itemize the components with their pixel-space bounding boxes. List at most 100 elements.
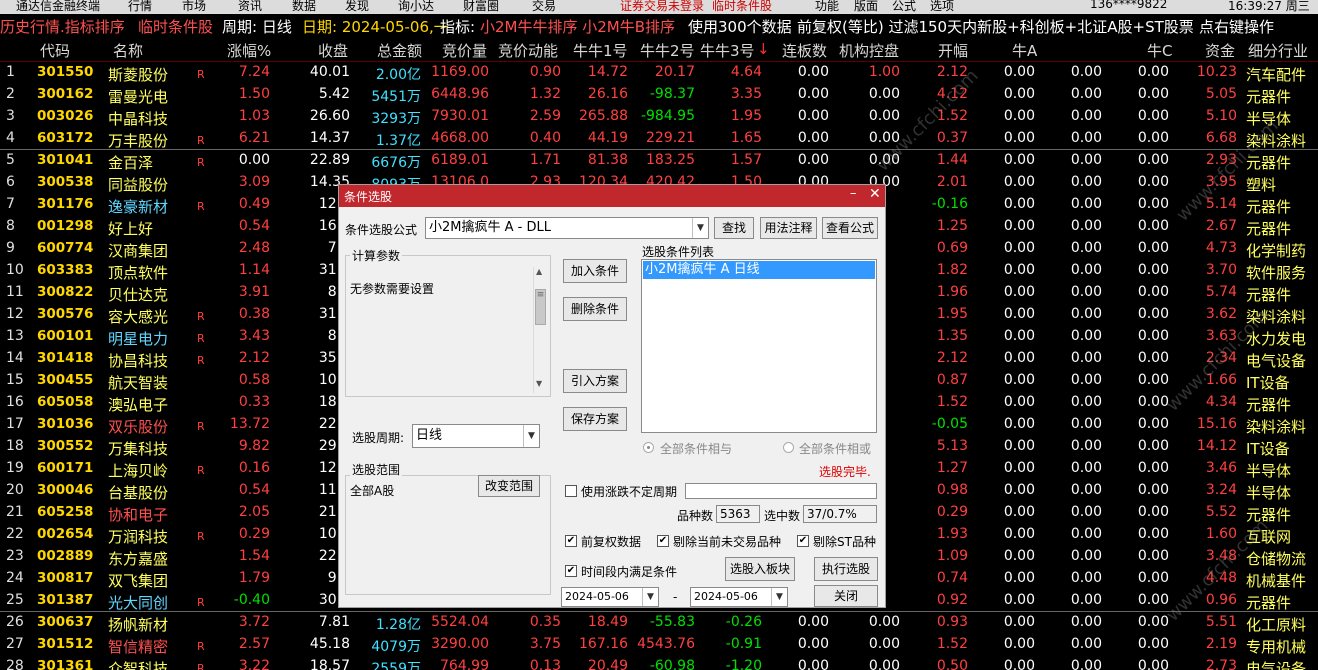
cell-fund: 5.14 bbox=[1205, 196, 1237, 212]
col-lianban[interactable]: 连板数 bbox=[782, 40, 827, 61]
table-row[interactable]: 27 301512 智信精密 R 2.57 45.18 4079万 3290.00 3.75 16… bbox=[0, 634, 1318, 656]
params-scrollbar[interactable]: ▲ ≡ ▼ bbox=[533, 267, 547, 393]
right-click-hint: 点右键操作 bbox=[1199, 18, 1275, 36]
cell-n1: 20.49 bbox=[587, 658, 628, 670]
cell-close: 22.89 bbox=[309, 152, 350, 168]
col-amount[interactable]: 总金额 bbox=[377, 40, 422, 61]
cell-nb: 0.00 bbox=[1070, 306, 1102, 322]
table-row[interactable]: 1 301550 斯菱股份 R 7.24 40.01 2.00亿 1169.00 0.90 14.… bbox=[0, 62, 1318, 84]
excl-untraded-checkbox[interactable]: ✔ bbox=[657, 535, 669, 547]
stock-name: 扬帆新材 bbox=[108, 616, 169, 634]
cell-n3: 1.65 bbox=[730, 130, 762, 146]
industry: 元器件 bbox=[1246, 286, 1292, 304]
cell-nb: 0.00 bbox=[1070, 174, 1102, 190]
cell-bidv: 764.99 bbox=[440, 658, 489, 670]
col-jigou[interactable]: 机构控盘 bbox=[839, 40, 899, 61]
find-button[interactable]: 查找 bbox=[714, 217, 754, 239]
chevron-down-icon[interactable]: ▼ bbox=[692, 218, 708, 238]
menu-quote[interactable]: 行情 bbox=[128, 0, 152, 14]
range-condition-checkbox[interactable]: ✔ bbox=[565, 565, 577, 577]
table-row[interactable]: 2 300162 雷曼光电 1.50 5.42 5451万 6448.96 1.32 26.16… bbox=[0, 84, 1318, 106]
formula-label: 条件选股公式 bbox=[345, 223, 418, 237]
period-select[interactable]: 日线 ▼ bbox=[412, 424, 540, 448]
table-row[interactable]: 5 301041 金百泽 R 0.00 22.89 6676万 6189.01 1.71 81.3… bbox=[0, 150, 1318, 172]
menu-news[interactable]: 资讯 bbox=[238, 0, 262, 14]
import-plan-button[interactable]: 引入方案 bbox=[563, 369, 627, 393]
col-nn3[interactable]: 牛牛3号 bbox=[700, 40, 755, 61]
col-industry[interactable]: 细分行业 bbox=[1248, 40, 1308, 61]
cell-n2: 229.21 bbox=[646, 130, 695, 146]
stock-code: 600774 bbox=[37, 240, 94, 256]
rzrq-badge: R bbox=[197, 134, 205, 147]
col-fund[interactable]: 资金 bbox=[1205, 40, 1235, 61]
cell-chg: 2.05 bbox=[238, 504, 270, 520]
industry: 化工原料 bbox=[1246, 616, 1307, 634]
save-plan-button[interactable]: 保存方案 bbox=[563, 407, 627, 431]
add-to-block-button[interactable]: 选股入板块 bbox=[725, 557, 795, 581]
cell-open: 5.13 bbox=[936, 438, 968, 454]
stock-name: 好上好 bbox=[108, 220, 154, 238]
uncertain-period-input[interactable] bbox=[685, 483, 877, 499]
menu-market[interactable]: 市场 bbox=[182, 0, 206, 14]
view-formula-button[interactable]: 查看公式 bbox=[822, 217, 878, 239]
col-open[interactable]: 开幅 bbox=[938, 40, 968, 61]
col-nn2[interactable]: 牛牛2号 bbox=[640, 40, 695, 61]
change-range-button[interactable]: 改变范围 bbox=[478, 475, 540, 497]
usage-note-button[interactable]: 用法注释 bbox=[760, 217, 817, 239]
col-bid-momentum[interactable]: 竞价动能 bbox=[498, 40, 558, 61]
menu-layout[interactable]: 版面 bbox=[854, 0, 878, 14]
stock-name: 金百泽 bbox=[108, 154, 154, 172]
chevron-down-icon[interactable]: ▼ bbox=[771, 588, 787, 606]
close-icon[interactable]: ✕ bbox=[869, 186, 881, 202]
menu-options[interactable]: 选项 bbox=[930, 0, 954, 14]
date-from-input[interactable]: 2024-05-06 ▼ bbox=[561, 587, 659, 607]
row-index: 10 bbox=[6, 262, 24, 278]
cell-open: 0.92 bbox=[936, 592, 968, 608]
close-button[interactable]: 关闭 bbox=[814, 585, 878, 607]
condition-list[interactable]: 小2M擒疯牛 A 日线 bbox=[641, 259, 877, 433]
radio-or[interactable] bbox=[783, 442, 794, 453]
params-text: 无参数需要设置 bbox=[350, 282, 435, 296]
minimize-icon[interactable]: – bbox=[850, 186, 857, 201]
delete-condition-button[interactable]: 删除条件 bbox=[563, 297, 627, 321]
stock-name: 双飞集团 bbox=[108, 572, 169, 590]
table-row[interactable]: 26 300637 扬帆新材 3.72 7.81 1.28亿 5524.04 0.35 18.4… bbox=[0, 612, 1318, 634]
menu-wealth[interactable]: 财富圈 bbox=[463, 0, 499, 14]
fq-checkbox[interactable]: ✔ bbox=[565, 535, 577, 547]
cell-lb: 0.00 bbox=[797, 636, 829, 652]
rzrq-badge: R bbox=[197, 640, 205, 653]
menu-function[interactable]: 功能 bbox=[815, 0, 839, 14]
menu-ask[interactable]: 询小达 bbox=[398, 0, 434, 14]
condition-list-item[interactable]: 小2M擒疯牛 A 日线 bbox=[643, 261, 875, 279]
chevron-down-icon[interactable]: ▼ bbox=[523, 425, 539, 447]
radio-and[interactable] bbox=[643, 442, 654, 453]
cell-nc: 0.00 bbox=[1137, 592, 1169, 608]
run-select-button[interactable]: 执行选股 bbox=[814, 557, 878, 581]
table-row[interactable]: 3 003026 中晶科技 1.03 26.60 3293万 7930.01 2.59 265.… bbox=[0, 106, 1318, 128]
date-to-input[interactable]: 2024-05-06 ▼ bbox=[690, 587, 788, 607]
col-change[interactable]: 涨幅% bbox=[227, 40, 271, 61]
add-condition-button[interactable]: 加入条件 bbox=[563, 259, 627, 283]
col-niu-a[interactable]: 牛A bbox=[1012, 40, 1037, 61]
table-row[interactable]: 28 301361 众智科技 R 3.22 18.57 2559万 764.99 0.13 20.… bbox=[0, 656, 1318, 670]
row-index: 24 bbox=[6, 570, 24, 586]
table-header: 代码 名称 涨幅% 收盘 总金额 竞价量 竞价动能 牛牛1号 牛牛2号 牛牛3号… bbox=[0, 38, 1318, 62]
col-bid-price[interactable]: 竞价量 bbox=[442, 40, 487, 61]
cell-amt: 1.37亿 bbox=[375, 133, 421, 149]
col-code[interactable]: 代码 bbox=[40, 40, 70, 61]
menu-discover[interactable]: 发现 bbox=[345, 0, 369, 14]
chevron-down-icon[interactable]: ▼ bbox=[642, 588, 658, 606]
menu-data[interactable]: 数据 bbox=[292, 0, 316, 14]
dialog-title-bar[interactable]: 条件选股 – ✕ bbox=[339, 185, 885, 207]
table-row[interactable]: 4 603172 万丰股份 R 6.21 14.37 1.37亿 4668.00 0.40 44.… bbox=[0, 128, 1318, 150]
excl-st-checkbox[interactable]: ✔ bbox=[797, 535, 809, 547]
col-name[interactable]: 名称 bbox=[113, 40, 143, 61]
uncertain-period-checkbox[interactable] bbox=[565, 485, 577, 497]
menu-formula[interactable]: 公式 bbox=[892, 0, 916, 14]
menu-trade[interactable]: 交易 bbox=[532, 0, 556, 14]
stock-code: 300817 bbox=[37, 570, 94, 586]
col-nn1[interactable]: 牛牛1号 bbox=[573, 40, 628, 61]
col-close[interactable]: 收盘 bbox=[318, 40, 348, 61]
col-niu-c[interactable]: 牛C bbox=[1147, 40, 1172, 61]
formula-select[interactable]: 小2M擒疯牛 A - DLL ▼ bbox=[425, 217, 709, 239]
